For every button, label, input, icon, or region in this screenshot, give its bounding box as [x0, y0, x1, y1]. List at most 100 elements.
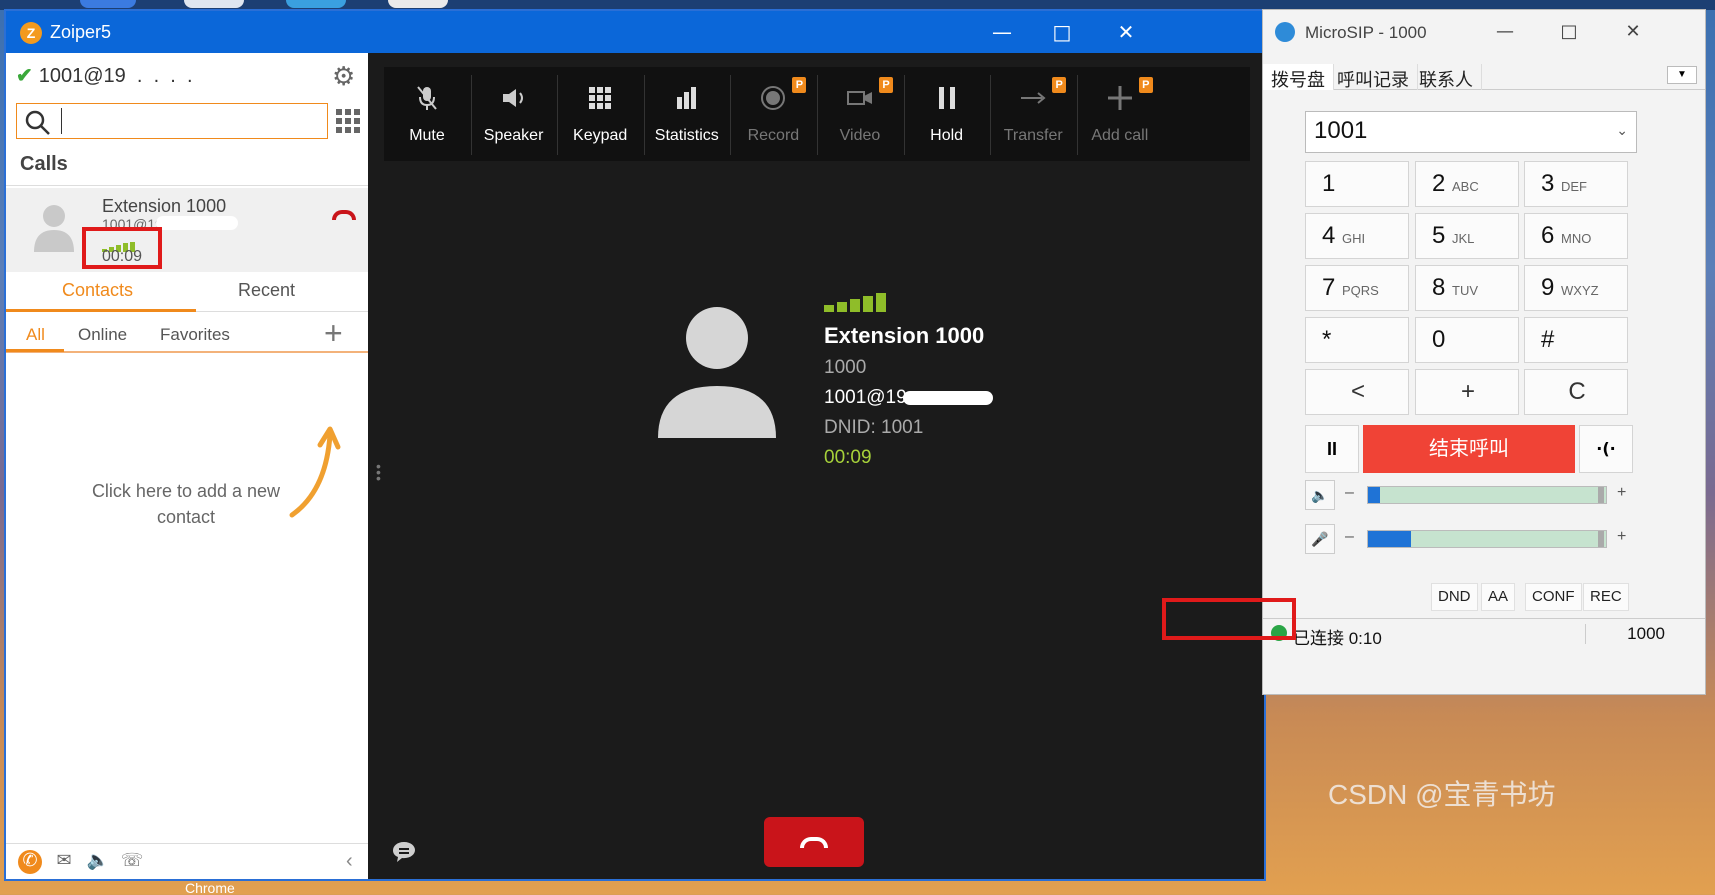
premium-badge: P	[879, 77, 893, 93]
title-bar: Z Zoiper5 — □ ✕	[6, 11, 1264, 53]
tab-recent[interactable]: Recent	[238, 280, 295, 301]
volume-plus[interactable]: +	[1617, 528, 1626, 546]
filter-online[interactable]: Online	[78, 325, 127, 345]
key-digit: 9	[1541, 274, 1555, 301]
caller-name: Extension 1000	[824, 323, 985, 348]
speaker-icon	[471, 83, 557, 117]
video-button[interactable]: Video P	[817, 67, 903, 161]
chat-bubble-icon[interactable]	[392, 841, 416, 863]
menu-dropdown-button[interactable]: ▼	[1667, 66, 1697, 84]
zoiper-logo-icon: Z	[20, 22, 42, 44]
dialer-phone-icon[interactable]: ✆	[18, 850, 42, 874]
key-9[interactable]: 9 WXYZ	[1524, 265, 1628, 311]
record-button[interactable]: REC	[1583, 583, 1629, 611]
end-call-button[interactable]: 结束呼叫	[1363, 425, 1575, 473]
key-2[interactable]: 2 ABC	[1415, 161, 1519, 207]
close-button[interactable]: ✕	[1106, 17, 1146, 47]
hangup-button[interactable]	[764, 817, 864, 867]
key-digit: 0	[1432, 326, 1446, 353]
speaker-button[interactable]: Speaker	[471, 67, 557, 161]
toolbar-button-label: Record	[747, 127, 800, 144]
dialpad-grid-icon[interactable]	[336, 109, 360, 133]
toolbar-button-label: Add call	[1091, 127, 1149, 144]
add-contact-plus-icon[interactable]: +	[324, 315, 343, 352]
volume-minus[interactable]: –	[1345, 484, 1354, 502]
filter-favorites[interactable]: Favorites	[160, 325, 230, 345]
tab-dialpad[interactable]: 拨号盘	[1263, 64, 1334, 90]
key-6[interactable]: 6 MNO	[1524, 213, 1628, 259]
pane-resize-handle[interactable]: • • •	[376, 459, 381, 485]
mic-volume-slider[interactable]	[1367, 530, 1607, 548]
transfer-button[interactable]: ·(·	[1579, 425, 1633, 473]
mic-volume-row: 🎤 – +	[1305, 524, 1633, 554]
transfer-button[interactable]: Transfer P	[990, 67, 1076, 161]
volume-plus[interactable]: +	[1617, 484, 1626, 502]
speaker-volume-slider[interactable]	[1367, 486, 1607, 504]
slider-thumb[interactable]	[1598, 531, 1604, 547]
calls-header: Calls	[20, 153, 68, 175]
tab-call-log[interactable]: 呼叫记录	[1329, 64, 1418, 90]
plus-key[interactable]: +	[1415, 369, 1519, 415]
toolbar-separator	[470, 75, 472, 155]
auto-answer-button[interactable]: AA	[1481, 583, 1516, 611]
mute-button[interactable]: Mute	[384, 67, 470, 161]
statistics-button[interactable]: Statistics	[644, 67, 730, 161]
settings-gear-icon[interactable]: ⚙	[332, 61, 355, 92]
collapse-chevron-icon[interactable]: ‹	[346, 850, 353, 873]
desktop-icon	[184, 0, 244, 8]
conference-button[interactable]: CONF	[1525, 583, 1582, 611]
caller-uri: 1001@19	[824, 387, 993, 409]
backspace-key[interactable]: <	[1305, 369, 1409, 415]
key-8[interactable]: 8 TUV	[1415, 265, 1519, 311]
account-label: 1001@19 . . . .	[38, 65, 193, 87]
key-star[interactable]: *	[1305, 317, 1409, 363]
keypad-icon	[557, 83, 643, 117]
hangup-small-icon[interactable]	[332, 210, 356, 220]
toolbar-button-label: Speaker	[483, 127, 544, 144]
minimize-button[interactable]: —	[982, 17, 1022, 47]
key-4[interactable]: 4 GHI	[1305, 213, 1409, 259]
caller-dnid: DNID: 1001	[824, 417, 924, 438]
speaker-icon[interactable]: 🔈	[1305, 480, 1335, 510]
key-letters: JKL	[1452, 231, 1475, 246]
dnd-button[interactable]: DND	[1431, 583, 1478, 611]
messages-envelope-icon[interactable]: ✉	[52, 850, 76, 874]
minimize-button[interactable]: —	[1485, 18, 1525, 46]
keypad-button[interactable]: Keypad	[557, 67, 643, 161]
key-0[interactable]: 0	[1415, 317, 1519, 363]
key-digit: 5	[1432, 222, 1446, 249]
maximize-button[interactable]: □	[1042, 17, 1082, 47]
audio-speaker-icon[interactable]: 🔈	[86, 850, 110, 874]
record-button[interactable]: Record P	[730, 67, 816, 161]
maximize-button[interactable]: □	[1549, 18, 1589, 46]
call-list-item[interactable]: Extension 1000 1001@19. 00:09	[6, 188, 368, 272]
add-call-button[interactable]: Add call P	[1077, 67, 1163, 161]
hold-button[interactable]: II	[1305, 425, 1359, 473]
key-7[interactable]: 7 PQRS	[1305, 265, 1409, 311]
add-contact-hint[interactable]: Click here to add a new contact	[86, 478, 286, 530]
search-input[interactable]	[61, 108, 321, 134]
slider-thumb[interactable]	[1598, 487, 1604, 503]
filter-all[interactable]: All	[26, 325, 45, 345]
slider-fill	[1368, 531, 1411, 547]
tab-contacts[interactable]: Contacts	[62, 280, 133, 301]
microphone-icon[interactable]: 🎤	[1305, 524, 1335, 554]
volume-minus[interactable]: –	[1345, 528, 1354, 546]
number-input[interactable]: 1001 ⌄	[1305, 111, 1637, 153]
clear-key[interactable]: C	[1524, 369, 1628, 415]
account-status[interactable]: ✔ 1001@19 . . . .	[16, 63, 193, 88]
hold-button[interactable]: Hold	[904, 67, 990, 161]
connection-status: 已连接 0:10	[1293, 629, 1382, 648]
key-3[interactable]: 3 DEF	[1524, 161, 1628, 207]
key-1[interactable]: 1	[1305, 161, 1409, 207]
key-digit: 4	[1322, 222, 1336, 249]
key-5[interactable]: 5 JKL	[1415, 213, 1519, 259]
window-title: MicroSIP - 1000	[1305, 23, 1427, 42]
toolbar-separator	[643, 75, 645, 155]
key-hash[interactable]: #	[1524, 317, 1628, 363]
tab-contacts[interactable]: 联系人	[1411, 64, 1482, 90]
close-button[interactable]: ✕	[1613, 18, 1653, 46]
call-log-phone-icon[interactable]: ☏	[120, 850, 144, 874]
watermark: CSDN @宝青书坊	[1328, 779, 1556, 810]
title-bar: MicroSIP - 1000 — □ ✕	[1263, 10, 1705, 54]
